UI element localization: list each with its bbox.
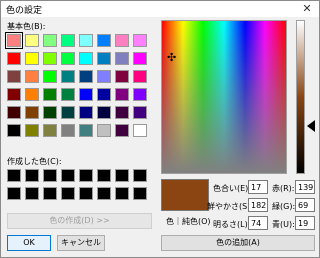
custom-color-swatch[interactable] (7, 169, 21, 182)
basic-color-swatch[interactable] (43, 106, 57, 119)
basic-color-swatch[interactable] (79, 88, 93, 101)
basic-color-swatch[interactable] (115, 124, 129, 137)
basic-colors-label: 基本色(B): (7, 22, 46, 31)
custom-color-swatch[interactable] (133, 169, 147, 182)
basic-color-swatch[interactable] (97, 34, 111, 47)
custom-color-swatch[interactable] (79, 169, 93, 182)
custom-color-swatch[interactable] (61, 169, 75, 182)
basic-color-swatch[interactable] (61, 34, 75, 47)
green-label: 緑(G): (272, 202, 296, 211)
basic-color-swatch[interactable] (43, 70, 57, 83)
basic-color-swatch[interactable] (97, 88, 111, 101)
basic-color-swatch[interactable] (79, 70, 93, 83)
basic-color-swatch[interactable] (61, 124, 75, 137)
add-to-custom-colors-button[interactable]: 色の追加(A) (161, 235, 315, 251)
sat-label: 鮮やかさ(S): (207, 202, 254, 211)
custom-color-swatch[interactable] (97, 187, 111, 200)
basic-color-swatch[interactable] (25, 124, 39, 137)
basic-color-swatch[interactable] (61, 70, 75, 83)
basic-color-swatch[interactable] (97, 70, 111, 83)
basic-color-swatch[interactable] (7, 70, 21, 83)
color-preview (161, 179, 209, 211)
basic-color-swatch[interactable] (61, 106, 75, 119)
basic-color-swatch[interactable] (133, 88, 147, 101)
custom-color-swatch[interactable] (61, 187, 75, 200)
basic-color-swatch[interactable] (7, 124, 21, 137)
basic-color-swatch[interactable] (79, 34, 93, 47)
custom-color-swatch[interactable] (79, 187, 93, 200)
title-bar: 色の設定 ✕ (1, 1, 319, 17)
basic-color-swatch[interactable] (25, 106, 39, 119)
basic-color-swatch[interactable] (115, 88, 129, 101)
basic-color-swatch[interactable] (25, 52, 39, 65)
red-input[interactable]: 139 (295, 180, 315, 194)
basic-color-swatch[interactable] (97, 52, 111, 65)
basic-colors-grid (5, 32, 147, 137)
lum-input[interactable]: 74 (248, 216, 268, 230)
basic-color-swatch[interactable] (79, 106, 93, 119)
basic-color-swatch[interactable] (133, 52, 147, 65)
basic-color-swatch[interactable] (43, 34, 57, 47)
basic-color-swatch[interactable] (7, 106, 21, 119)
basic-color-swatch[interactable] (115, 34, 129, 47)
basic-color-swatch[interactable] (133, 34, 147, 47)
define-custom-colors-button[interactable]: 色の作成(D) >> (7, 213, 152, 229)
lum-label: 明るさ(L): (213, 220, 251, 229)
basic-color-swatch[interactable] (133, 70, 147, 83)
custom-color-swatch[interactable] (25, 187, 39, 200)
color-spectrum[interactable]: ✣ (161, 20, 287, 174)
custom-colors-grid (7, 169, 147, 200)
basic-color-swatch[interactable] (5, 32, 23, 49)
basic-color-swatch[interactable] (43, 52, 57, 65)
red-label: 赤(R): (272, 184, 295, 193)
custom-color-swatch[interactable] (43, 187, 57, 200)
basic-color-swatch[interactable] (115, 52, 129, 65)
custom-color-swatch[interactable] (7, 187, 21, 200)
basic-color-swatch[interactable] (25, 34, 39, 47)
basic-color-swatch[interactable] (25, 70, 39, 83)
basic-color-swatch[interactable] (7, 52, 21, 65)
basic-color-swatch[interactable] (79, 124, 93, 137)
basic-color-swatch[interactable] (43, 88, 57, 101)
basic-color-swatch[interactable] (61, 88, 75, 101)
hue-input[interactable]: 17 (248, 180, 268, 194)
cancel-button[interactable]: キャンセル (57, 235, 105, 251)
custom-color-swatch[interactable] (25, 169, 39, 182)
custom-color-swatch[interactable] (43, 169, 57, 182)
basic-color-swatch[interactable] (97, 124, 111, 137)
luminance-arrow-icon[interactable] (307, 120, 315, 132)
basic-color-swatch[interactable] (61, 52, 75, 65)
ok-button[interactable]: OK (7, 235, 51, 251)
basic-color-swatch[interactable] (43, 124, 57, 137)
basic-color-swatch[interactable] (115, 106, 129, 119)
blue-input[interactable]: 19 (295, 216, 315, 230)
basic-color-swatch[interactable] (79, 52, 93, 65)
green-input[interactable]: 69 (295, 198, 315, 212)
custom-color-swatch[interactable] (133, 187, 147, 200)
basic-color-swatch[interactable] (7, 88, 21, 101)
preview-label: 色｜純色(O) (166, 217, 211, 226)
hue-label: 色合い(E): (213, 184, 251, 193)
basic-color-swatch[interactable] (115, 70, 129, 83)
custom-color-swatch[interactable] (115, 169, 129, 182)
basic-color-swatch[interactable] (133, 124, 147, 137)
basic-color-swatch[interactable] (133, 106, 147, 119)
blue-label: 青(U): (272, 220, 295, 229)
window-title: 色の設定 (6, 6, 43, 16)
basic-color-swatch[interactable] (97, 106, 111, 119)
custom-colors-label: 作成した色(C): (7, 157, 62, 166)
custom-color-swatch[interactable] (97, 169, 111, 182)
basic-color-swatch[interactable] (25, 88, 39, 101)
crosshair-icon: ✣ (167, 51, 177, 64)
custom-color-swatch[interactable] (115, 187, 129, 200)
luminance-slider[interactable] (296, 20, 305, 174)
close-icon[interactable]: ✕ (295, 1, 319, 17)
color-dialog: 色の設定 ✕ 基本色(B): 作成した色(C): 色の作成(D) >> OK キ… (0, 0, 320, 258)
sat-input[interactable]: 182 (248, 198, 268, 212)
